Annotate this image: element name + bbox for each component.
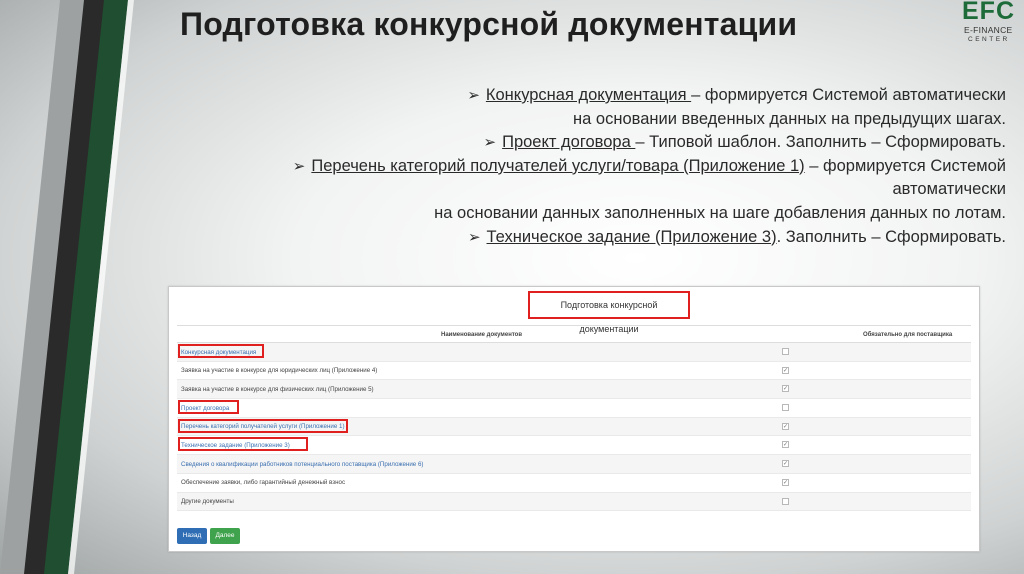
arrow-icon: ➢: [467, 87, 480, 104]
divider: [177, 325, 971, 326]
arrow-icon: ➢: [467, 228, 481, 246]
required-checkbox[interactable]: [782, 348, 789, 355]
table-row: Заявка на участие в конкурсе для физичес…: [177, 380, 971, 400]
screen-title: Подготовка конкурсной документации: [528, 291, 690, 334]
bullet-1-link: Конкурсная документация: [485, 86, 692, 104]
bullet-3-text: – формируется Системой: [804, 156, 1006, 175]
required-checkbox[interactable]: ✓: [782, 478, 789, 486]
table-header: Наименование документов Обязательно для …: [177, 327, 971, 343]
logo-brand: EFC: [962, 0, 1015, 25]
column-header-name: Наименование документов: [441, 332, 523, 338]
decorative-bands: [0, 0, 134, 574]
table-row: Сведения о квалификации работников потен…: [177, 455, 971, 474]
bullet-2-text: – Типовой шаблон. Заполнить – Сформирова…: [635, 133, 1006, 152]
bullet-4-text: . Заполнить – Сформировать.: [776, 227, 1006, 246]
document-name: Обеспечение заявки, либо гарантийный ден…: [181, 479, 346, 487]
back-button[interactable]: Назад: [177, 528, 207, 544]
bullet-list: ➢ Конкурсная документация – формируется С…: [286, 84, 1006, 249]
required-checkbox[interactable]: ✓: [782, 441, 789, 449]
required-checkbox[interactable]: [782, 404, 789, 412]
document-link[interactable]: Проект договора: [181, 405, 229, 412]
document-name: Заявка на участие в конкурсе для юридиче…: [181, 367, 378, 375]
table-row: Проект договора: [177, 399, 971, 418]
required-checkbox[interactable]: ✓: [782, 366, 789, 374]
documents-table: Наименование документов Обязательно для …: [177, 327, 971, 512]
table-row: Конкурсная документация: [177, 343, 971, 362]
document-link[interactable]: Конкурсная документация: [181, 349, 256, 356]
bullet-3-link: Перечень категорий получателей услуги/то…: [311, 156, 805, 175]
document-name: Другие документы: [181, 498, 234, 505]
arrow-icon: ➢: [292, 157, 306, 175]
bullet-1-continuation: на основании введенных данных на предыду…: [573, 109, 1006, 128]
required-checkbox[interactable]: ✓: [782, 422, 789, 430]
arrow-icon: ➢: [483, 134, 497, 152]
next-button[interactable]: Далее: [210, 528, 240, 544]
table-row: Техническое задание (Приложение 3) ✓: [177, 436, 971, 456]
document-name: Заявка на участие в конкурсе для физичес…: [181, 385, 374, 393]
document-link[interactable]: Перечень категорий получателей услуги (П…: [181, 423, 345, 430]
document-link[interactable]: Сведения о квалификации работников потен…: [181, 461, 423, 468]
embedded-screenshot: Подготовка конкурсной документации Наиме…: [168, 286, 980, 552]
required-checkbox[interactable]: ✓: [782, 385, 789, 393]
table-row: Заявка на участие в конкурсе для юридиче…: [177, 362, 971, 381]
logo-line1: E-FINANCE: [964, 25, 1013, 35]
bullet-1: ➢ Конкурсная документация – формируется С…: [286, 84, 1006, 108]
required-checkbox[interactable]: [782, 497, 789, 505]
column-header-required: Обязательно для поставщика: [863, 332, 953, 338]
document-link[interactable]: Техническое задание (Приложение 3): [181, 442, 290, 449]
bullet-3-continuation-1: автоматически: [892, 180, 1006, 199]
slide-title: Подготовка конкурсной документации: [180, 6, 798, 42]
bullet-4-link: Техническое задание (Приложение 3): [486, 227, 777, 246]
bullet-3: ➢ Перечень категорий получателей услуги/т…: [286, 155, 1006, 179]
bullet-2: ➢ Проект договора – Типовой шаблон. Запол…: [286, 131, 1006, 155]
bullet-3-continuation-2: на основании данных заполненных на шаге …: [434, 203, 1006, 222]
bullet-4: ➢ Техническое задание (Приложение 3). Зап…: [286, 226, 1006, 250]
bullet-2-link: Проект договора: [502, 133, 636, 152]
table-row: Обеспечение заявки, либо гарантийный ден…: [177, 474, 971, 493]
bullet-1-text: – формируется Системой автоматически: [691, 86, 1006, 104]
required-checkbox[interactable]: ✓: [782, 460, 789, 468]
efc-logo: EFC E-FINANCE CENTER: [958, 0, 1024, 48]
table-row: Другие документы: [177, 492, 971, 512]
screen-header: Подготовка конкурсной документации: [169, 287, 979, 334]
logo-line2: CENTER: [968, 36, 1010, 43]
table-row: Перечень категорий получателей услуги (П…: [177, 417, 971, 437]
